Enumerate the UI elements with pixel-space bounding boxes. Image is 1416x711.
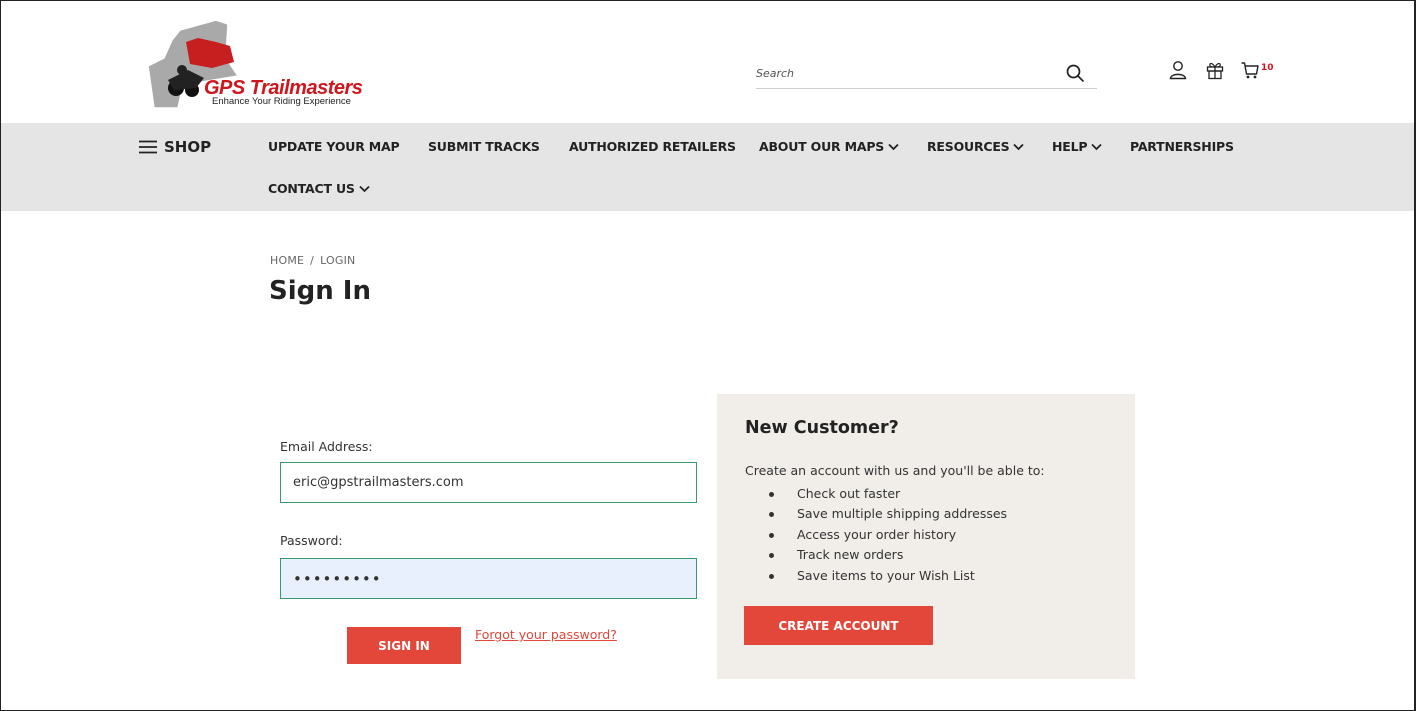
shop-label: SHOP xyxy=(164,138,212,156)
chevron-down-icon xyxy=(1091,143,1102,150)
breadcrumb-current: LOGIN xyxy=(320,254,356,267)
nav-item-label: HELP xyxy=(1052,139,1088,154)
email-label: Email Address: xyxy=(280,439,373,454)
nav-item-label: ABOUT OUR MAPS xyxy=(759,139,885,154)
create-account-button[interactable]: CREATE ACCOUNT xyxy=(744,606,933,645)
list-item: Save items to your Wish List xyxy=(764,566,1007,586)
shop-menu-button[interactable]: SHOP xyxy=(139,138,211,156)
sign-in-button[interactable]: SIGN IN xyxy=(347,627,461,664)
nav-item-label: SUBMIT TRACKS xyxy=(428,139,540,154)
cart-icon[interactable] xyxy=(1240,60,1260,80)
new-customer-panel: New Customer? Create an account with us … xyxy=(717,394,1135,679)
nav-item-partnerships[interactable]: PARTNERSHIPS xyxy=(1130,139,1234,154)
breadcrumb: HOME / LOGIN xyxy=(270,254,355,267)
password-label: Password: xyxy=(280,533,343,548)
nav-item-submit-tracks[interactable]: SUBMIT TRACKS xyxy=(428,139,540,154)
list-item: Check out faster xyxy=(764,484,1007,504)
nav-item-label: UPDATE YOUR MAP xyxy=(268,139,400,154)
nav-item-label: AUTHORIZED RETAILERS xyxy=(569,139,736,154)
new-customer-title: New Customer? xyxy=(745,418,899,438)
gift-icon[interactable] xyxy=(1205,60,1225,80)
nav-item-contact-us[interactable]: CONTACT US xyxy=(268,181,370,196)
brand-logo[interactable]: GPS Trailmasters Enhance Your Riding Exp… xyxy=(146,18,368,110)
main-nav xyxy=(1,123,1414,211)
breadcrumb-separator: / xyxy=(310,254,315,267)
forgot-password-link[interactable]: Forgot your password? xyxy=(475,627,617,642)
nav-item-authorized-retailers[interactable]: AUTHORIZED RETAILERS xyxy=(569,139,736,154)
list-item: Save multiple shipping addresses xyxy=(764,504,1007,524)
nav-item-help[interactable]: HELP xyxy=(1052,139,1102,154)
cart-count-badge: 10 xyxy=(1261,63,1274,73)
list-item: Access your order history xyxy=(764,525,1007,545)
nav-item-about-our-maps[interactable]: ABOUT OUR MAPS xyxy=(759,139,899,154)
page-title: Sign In xyxy=(269,276,371,306)
search-bar xyxy=(756,58,1097,89)
list-item: Track new orders xyxy=(764,545,1007,565)
hamburger-icon xyxy=(139,140,157,154)
account-icon[interactable] xyxy=(1168,60,1188,80)
brand-tagline: Enhance Your Riding Experience xyxy=(212,96,351,107)
search-input[interactable] xyxy=(756,61,1046,85)
chevron-down-icon xyxy=(359,185,370,192)
chevron-down-icon xyxy=(888,143,899,150)
breadcrumb-home[interactable]: HOME xyxy=(270,254,304,267)
nav-item-label: CONTACT US xyxy=(268,181,355,196)
email-field[interactable] xyxy=(280,462,697,503)
nav-item-resources[interactable]: RESOURCES xyxy=(927,139,1025,154)
nav-item-label: PARTNERSHIPS xyxy=(1130,139,1234,154)
chevron-down-icon xyxy=(1013,143,1025,150)
new-customer-intro: Create an account with us and you'll be … xyxy=(745,463,1045,478)
search-icon[interactable] xyxy=(1065,63,1085,83)
nav-item-label: RESOURCES xyxy=(927,139,1010,154)
nav-item-update-your-map[interactable]: UPDATE YOUR MAP xyxy=(268,139,400,154)
password-field[interactable] xyxy=(280,558,697,599)
benefits-list: Check out faster Save multiple shipping … xyxy=(764,484,1007,586)
